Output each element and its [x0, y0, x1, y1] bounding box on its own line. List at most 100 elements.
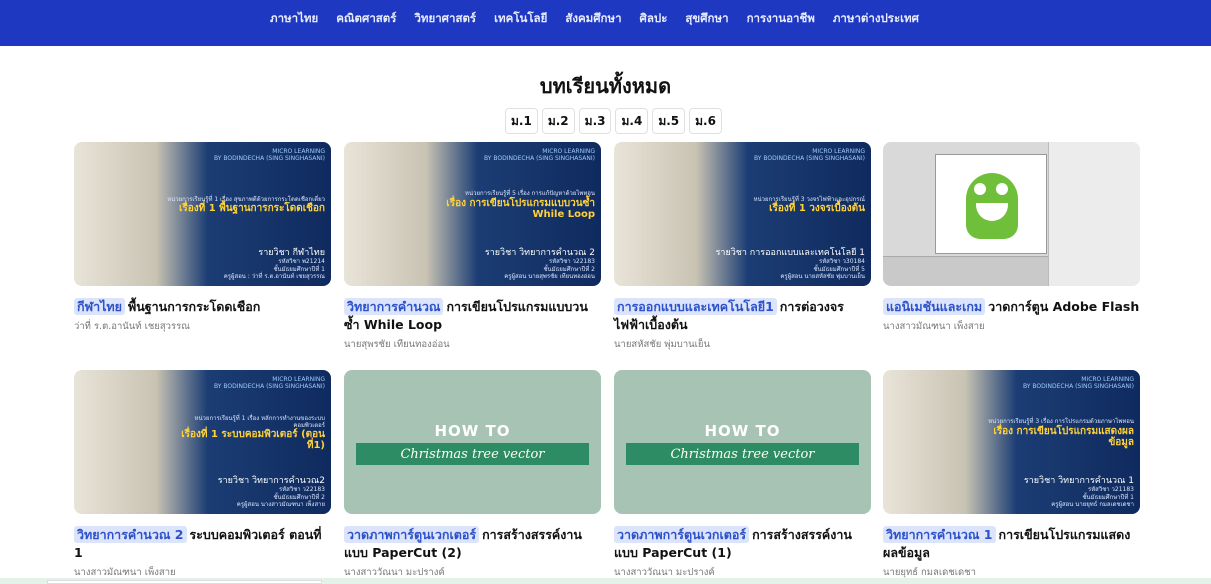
thumbnail-subject: รายวิชา การออกแบบและเทคโนโลยี 1 — [715, 247, 865, 258]
lesson-card[interactable]: MICRO LEARNING BY BODINDECHA (SING SINGHA… — [883, 370, 1140, 580]
lesson-thumbnail[interactable]: MICRO LEARNING BY BODINDECHA (SING SINGHA… — [344, 142, 601, 286]
subject-tag[interactable]: แอนิเมชันและเกม — [883, 298, 986, 315]
page-title: บทเรียนทั้งหมด — [539, 74, 672, 98]
grade-button[interactable]: ม.4 — [615, 108, 649, 134]
thumbnail-teacher: ครูผู้สอน นางสาวมัณฑนา เพ็งสาย — [236, 500, 325, 508]
lesson-title-row[interactable]: วิทยาการคำนวณ 2 ระบบคอมพิวเตอร์ ตอนที่ 1 — [74, 526, 331, 562]
thumbnail-level: ชั้นมัธยมศึกษาปีที่ 2 — [543, 265, 595, 273]
thumbnail-headline: เรื่อง การเขียนโปรแกรมแสดงผลข้อมูล — [993, 425, 1134, 448]
lesson-title-row[interactable]: วิทยาการคำนวณ การเขียนโปรแกรมแบบวนซ้ำ Whi… — [344, 298, 601, 334]
lesson-thumbnail[interactable] — [883, 142, 1140, 286]
thumbnail-overlay: MICRO LEARNING BY BODINDECHA (SING SINGHA… — [166, 148, 325, 280]
nav-item[interactable]: ศิลปะ — [640, 10, 668, 28]
lesson-title[interactable]: พื้นฐานการกระโดดเชือก — [128, 299, 260, 314]
thumbnail-level: ชั้นมัธยมศึกษาปีที่ 1 — [273, 265, 325, 273]
thumbnail-brand: MICRO LEARNING — [272, 376, 325, 383]
lesson-thumbnail[interactable]: MICRO LEARNING BY BODINDECHA (SING SINGHA… — [883, 370, 1140, 514]
thumbnail-unit: หน่วยการเรียนรู้ที่ 3 เรื่อง การโปรแกรมด… — [988, 418, 1134, 426]
lesson-card[interactable]: MICRO LEARNING BY BODINDECHA (SING SINGHA… — [344, 142, 601, 352]
nav-item[interactable]: การงานอาชีพ — [747, 10, 815, 28]
lesson-title-row[interactable]: แอนิเมชันและเกม วาดการ์ตูน Adobe Flash — [883, 298, 1140, 316]
nav-item[interactable]: วิทยาศาสตร์ — [414, 10, 476, 28]
thumbnail-headline: เรื่องที่ 1 ระบบคอมพิวเตอร์ (ตอนที่1) — [181, 429, 325, 452]
thumbnail-level: ชั้นมัธยมศึกษาปีที่ 2 — [273, 493, 325, 501]
subject-tag[interactable]: กีฬาไทย — [74, 298, 125, 315]
lesson-card[interactable]: HOW TO Christmas tree vector วาดภาพการ์ตูน… — [344, 370, 601, 580]
lesson-title-row[interactable]: วาดภาพการ์ตูนเวกเตอร์ การสร้างสรรค์งานแบบ… — [614, 526, 871, 562]
nav-item[interactable]: ภาษาต่างประเทศ — [833, 10, 919, 28]
lesson-author: นางสาวมัณฑนา เพ็งสาย — [883, 321, 985, 333]
lesson-author: นายสุพรชัย เทียนทองอ่อน — [344, 339, 450, 351]
thumbnail-subject: รายวิชา วิทยาการคำนวณ 2 — [484, 247, 595, 258]
lesson-thumbnail[interactable]: HOW TO Christmas tree vector — [614, 370, 871, 514]
footer-input[interactable] — [47, 580, 322, 584]
lesson-thumbnail[interactable]: MICRO LEARNING BY BODINDECHA (SING SINGHA… — [74, 142, 331, 286]
subject-tag[interactable]: วิทยาการคำนวณ 1 — [883, 526, 996, 543]
grade-filter: ม.1 ม.2 ม.3 ม.4 ม.5 ม.6 — [505, 108, 722, 134]
lesson-thumbnail[interactable]: MICRO LEARNING BY BODINDECHA (SING SINGHA… — [74, 370, 331, 514]
thumbnail-brand: MICRO LEARNING — [272, 148, 325, 155]
thumbnail-overlay: MICRO LEARNING BY BODINDECHA (SING SINGHA… — [166, 376, 325, 508]
nav-item[interactable]: คณิตศาสตร์ — [336, 10, 396, 28]
lesson-title-row[interactable]: กีฬาไทย พื้นฐานการกระโดดเชือก — [74, 298, 331, 316]
thumbnail-teacher: ครูผู้สอน นายยุทธ์ กมลเดชเดชา — [1051, 500, 1134, 508]
thumbnail-headline: เรื่องที่ 1 วงจรเบื้องต้น — [769, 203, 865, 215]
thumbnail-code: รหัสวิชา ว21183 — [1087, 486, 1134, 494]
thumbnail-brand: MICRO LEARNING — [812, 148, 865, 155]
lesson-title-row[interactable]: การออกแบบและเทคโนโลยี1 การต่อวงจรไฟฟ้าเบื… — [614, 298, 871, 334]
subject-nav: ภาษาไทย คณิตศาสตร์ วิทยาศาสตร์ เทคโนโลยี สัง… — [270, 10, 919, 28]
subject-tag[interactable]: วิทยาการคำนวณ 2 — [74, 526, 187, 543]
subject-tag[interactable]: วาดภาพการ์ตูนเวกเตอร์ — [614, 526, 750, 543]
flash-canvas — [935, 154, 1047, 254]
thumbnail-code: รหัสวิชา ว22183 — [548, 258, 595, 266]
lesson-title[interactable]: วาดการ์ตูน Adobe Flash — [988, 299, 1139, 314]
subject-tag[interactable]: การออกแบบและเทคโนโลยี1 — [614, 298, 777, 315]
thumbnail-teacher: ครูผู้สอน : ว่าที่ ร.ต.อานันท์ เชยสุวรรณ — [223, 272, 325, 280]
thumbnail-subject: รายวิชา กีฬาไทย — [258, 247, 325, 258]
subject-tag[interactable]: วาดภาพการ์ตูนเวกเตอร์ — [344, 526, 480, 543]
nav-item[interactable]: สุขศึกษา — [685, 10, 728, 28]
thumbnail-teacher: ครูผู้สอน นายสุพรชัย เทียนทองอ่อน — [504, 272, 595, 280]
lesson-card[interactable]: MICRO LEARNING BY BODINDECHA (SING SINGHA… — [614, 142, 871, 352]
lesson-thumbnail[interactable]: HOW TO Christmas tree vector — [344, 370, 601, 514]
thumbnail-by: BY BODINDECHA (SING SINGHASANI) — [213, 155, 325, 163]
lesson-title-row[interactable]: วิทยาการคำนวณ 1 การเขียนโปรแกรมแสดงผลข้อม… — [883, 526, 1140, 562]
thumbnail-teacher: ครูผู้สอน นายสหัสชัย พุ่มบานเย็น — [780, 272, 865, 280]
lesson-card[interactable]: MICRO LEARNING BY BODINDECHA (SING SINGHA… — [74, 370, 331, 580]
thumbnail-by: BY BODINDECHA (SING SINGHASANI) — [1022, 383, 1134, 391]
thumbnail-howto: HOW TO — [434, 422, 511, 440]
thumbnail-level: ชั้นมัธยมศึกษาปีที่ 5 — [813, 265, 865, 273]
flash-properties-panel — [1048, 142, 1140, 286]
thumbnail-code: รหัสวิชา ว22183 — [278, 486, 325, 494]
thumbnail-by: BY BODINDECHA (SING SINGHASANI) — [753, 155, 865, 163]
thumbnail-caption: Christmas tree vector — [356, 443, 589, 465]
grade-button[interactable]: ม.1 — [505, 108, 538, 134]
grade-button[interactable]: ม.2 — [541, 108, 575, 134]
thumbnail-caption: Christmas tree vector — [626, 443, 859, 465]
nav-item[interactable]: ภาษาไทย — [270, 10, 318, 28]
lesson-thumbnail[interactable]: MICRO LEARNING BY BODINDECHA (SING SINGHA… — [614, 142, 871, 286]
subject-tag[interactable]: วิทยาการคำนวณ — [344, 298, 444, 315]
lesson-card[interactable]: HOW TO Christmas tree vector วาดภาพการ์ตูน… — [614, 370, 871, 580]
thumbnail-brand: MICRO LEARNING — [1081, 376, 1134, 383]
dinosaur-illustration — [966, 173, 1018, 239]
nav-item[interactable]: เทคโนโลยี — [494, 10, 547, 28]
nav-item[interactable]: สังคมศึกษา — [565, 10, 621, 28]
flash-timeline — [883, 256, 1048, 286]
thumbnail-brand: MICRO LEARNING — [542, 148, 595, 155]
thumbnail-howto: HOW TO — [704, 422, 781, 440]
lesson-title-row[interactable]: วาดภาพการ์ตูนเวกเตอร์ การสร้างสรรค์งานแบบ… — [344, 526, 601, 562]
thumbnail-headline: เรื่อง การเขียนโปรแกรมแบบวนซ้ำ While Loo… — [446, 197, 595, 220]
dino-eye-left — [974, 183, 986, 195]
lesson-card[interactable]: แอนิเมชันและเกม วาดการ์ตูน Adobe Flash นาง… — [883, 142, 1140, 334]
grade-button[interactable]: ม.3 — [578, 108, 612, 134]
lesson-card[interactable]: MICRO LEARNING BY BODINDECHA (SING SINGHA… — [74, 142, 331, 334]
thumbnail-overlay: MICRO LEARNING BY BODINDECHA (SING SINGHA… — [436, 148, 595, 280]
grade-button[interactable]: ม.5 — [652, 108, 686, 134]
top-navigation-bar: ภาษาไทย คณิตศาสตร์ วิทยาศาสตร์ เทคโนโลยี สัง… — [0, 0, 1211, 46]
thumbnail-code: รหัสวิชา ว30184 — [818, 258, 865, 266]
thumbnail-unit: หน่วยการเรียนรู้ที่ 5 เรื่อง การแก้ปัญหา… — [465, 190, 595, 198]
grade-button[interactable]: ม.6 — [689, 108, 722, 134]
thumbnail-subject: รายวิชา วิทยาการคำนวณ 1 — [1023, 475, 1134, 486]
thumbnail-level: ชั้นมัธยมศึกษาปีที่ 1 — [1082, 493, 1134, 501]
